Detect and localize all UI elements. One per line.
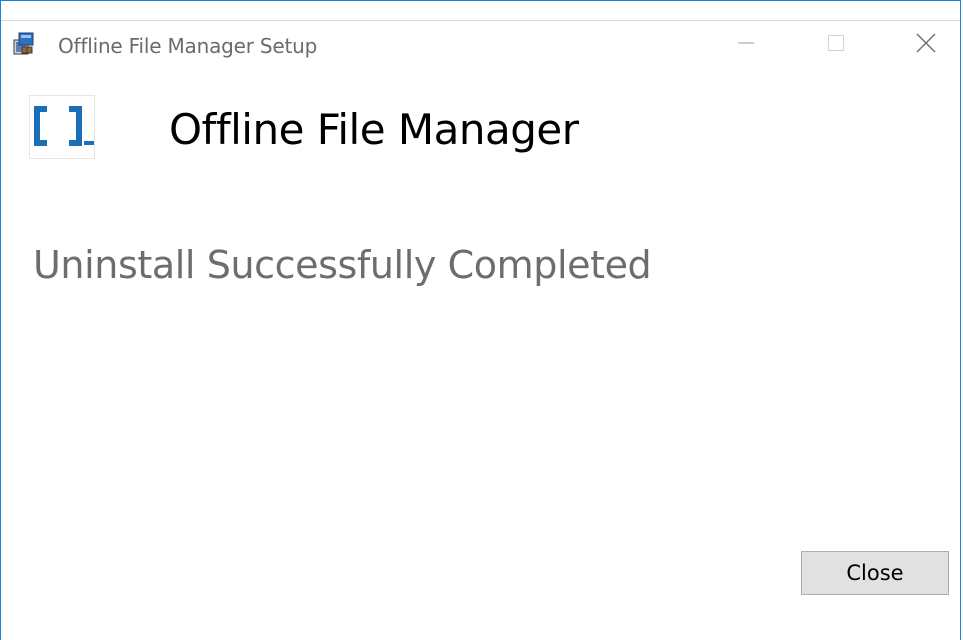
setup-header: Offline File Manager bbox=[1, 89, 960, 169]
maximize-button[interactable] bbox=[791, 21, 881, 69]
minimize-icon bbox=[736, 33, 756, 57]
title-bar[interactable]: Offline File Manager Setup bbox=[1, 21, 960, 73]
product-name: Offline File Manager bbox=[169, 105, 579, 154]
offline-file-manager-logo bbox=[29, 95, 95, 159]
close-window-button[interactable] bbox=[881, 21, 963, 69]
minimize-button[interactable] bbox=[701, 21, 791, 69]
close-button[interactable]: Close bbox=[801, 551, 949, 595]
setup-window: Offline File Manager Setup Offline File … bbox=[0, 0, 961, 640]
status-message: Uninstall Successfully Completed bbox=[33, 243, 652, 287]
window-top-strip bbox=[1, 1, 960, 21]
window-title: Offline File Manager Setup bbox=[58, 34, 318, 58]
maximize-icon bbox=[826, 33, 846, 57]
close-icon bbox=[915, 32, 937, 58]
installer-icon bbox=[13, 31, 35, 55]
